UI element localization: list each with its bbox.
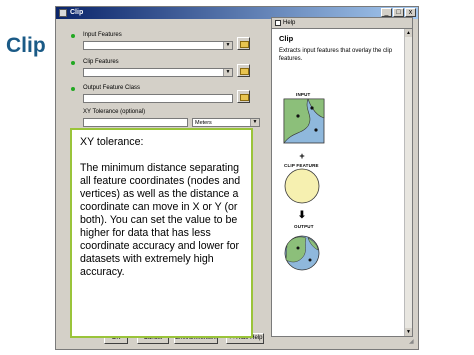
units-select[interactable]: Meters ▼	[192, 118, 260, 127]
tooltip-title: XY tolerance:	[80, 136, 144, 148]
units-value: Meters	[195, 120, 212, 126]
help-tab-label: Help	[283, 20, 296, 26]
resize-grip-icon[interactable]: ◢	[409, 338, 417, 346]
input-diagram-icon	[283, 98, 325, 144]
dropdown-arrow-icon[interactable]: ▼	[223, 42, 232, 49]
close-button[interactable]: x	[405, 8, 416, 17]
tool-icon	[59, 9, 67, 17]
help-scrollbar[interactable]: ▲ ▼	[404, 29, 412, 336]
xy-tolerance-label: XY Tolerance (optional)	[83, 109, 146, 115]
required-dot-icon	[71, 87, 75, 91]
slide-title: Clip	[6, 34, 46, 57]
help-description: Extracts input features that overlay the…	[279, 48, 393, 62]
input-features-combo[interactable]: ▼	[83, 41, 233, 50]
minimize-button[interactable]: _	[381, 8, 392, 17]
dropdown-arrow-icon[interactable]: ▼	[250, 119, 259, 126]
browse-button[interactable]	[237, 37, 250, 50]
folder-icon	[240, 68, 249, 75]
help-heading: Clip	[279, 34, 294, 43]
browse-button[interactable]	[237, 90, 250, 103]
required-dot-icon	[71, 61, 75, 65]
scroll-up-arrow-icon[interactable]: ▲	[405, 29, 412, 37]
output-feature-class-input[interactable]	[83, 94, 233, 103]
browse-button[interactable]	[237, 64, 250, 77]
tooltip-body: The minimum distance separating all feat…	[80, 162, 241, 278]
output-feature-class-label: Output Feature Class	[83, 85, 141, 91]
clip-features-label: Clip Features	[83, 59, 119, 65]
clip-features-combo[interactable]: ▼	[83, 68, 233, 77]
help-pane: Help Clip Extracts input features that o…	[271, 17, 413, 337]
xy-tolerance-input[interactable]	[83, 118, 188, 127]
plus-icon: +	[299, 151, 304, 161]
help-icon	[275, 20, 281, 26]
maximize-button[interactable]: □	[393, 8, 404, 17]
output-diagram-icon	[284, 235, 320, 271]
folder-icon	[240, 41, 249, 48]
required-dot-icon	[71, 34, 75, 38]
folder-icon	[240, 94, 249, 101]
arrow-down-icon: ⬇	[298, 210, 306, 221]
clip-diagram: + ⬇	[283, 98, 325, 271]
help-tab[interactable]: Help	[272, 18, 412, 29]
window-title: Clip	[70, 9, 84, 16]
input-features-label: Input Features	[83, 32, 122, 38]
clip-feature-icon	[284, 168, 320, 204]
dropdown-arrow-icon[interactable]: ▼	[223, 69, 232, 76]
xy-tolerance-tooltip: XY tolerance: The minimum distance separ…	[70, 128, 253, 338]
